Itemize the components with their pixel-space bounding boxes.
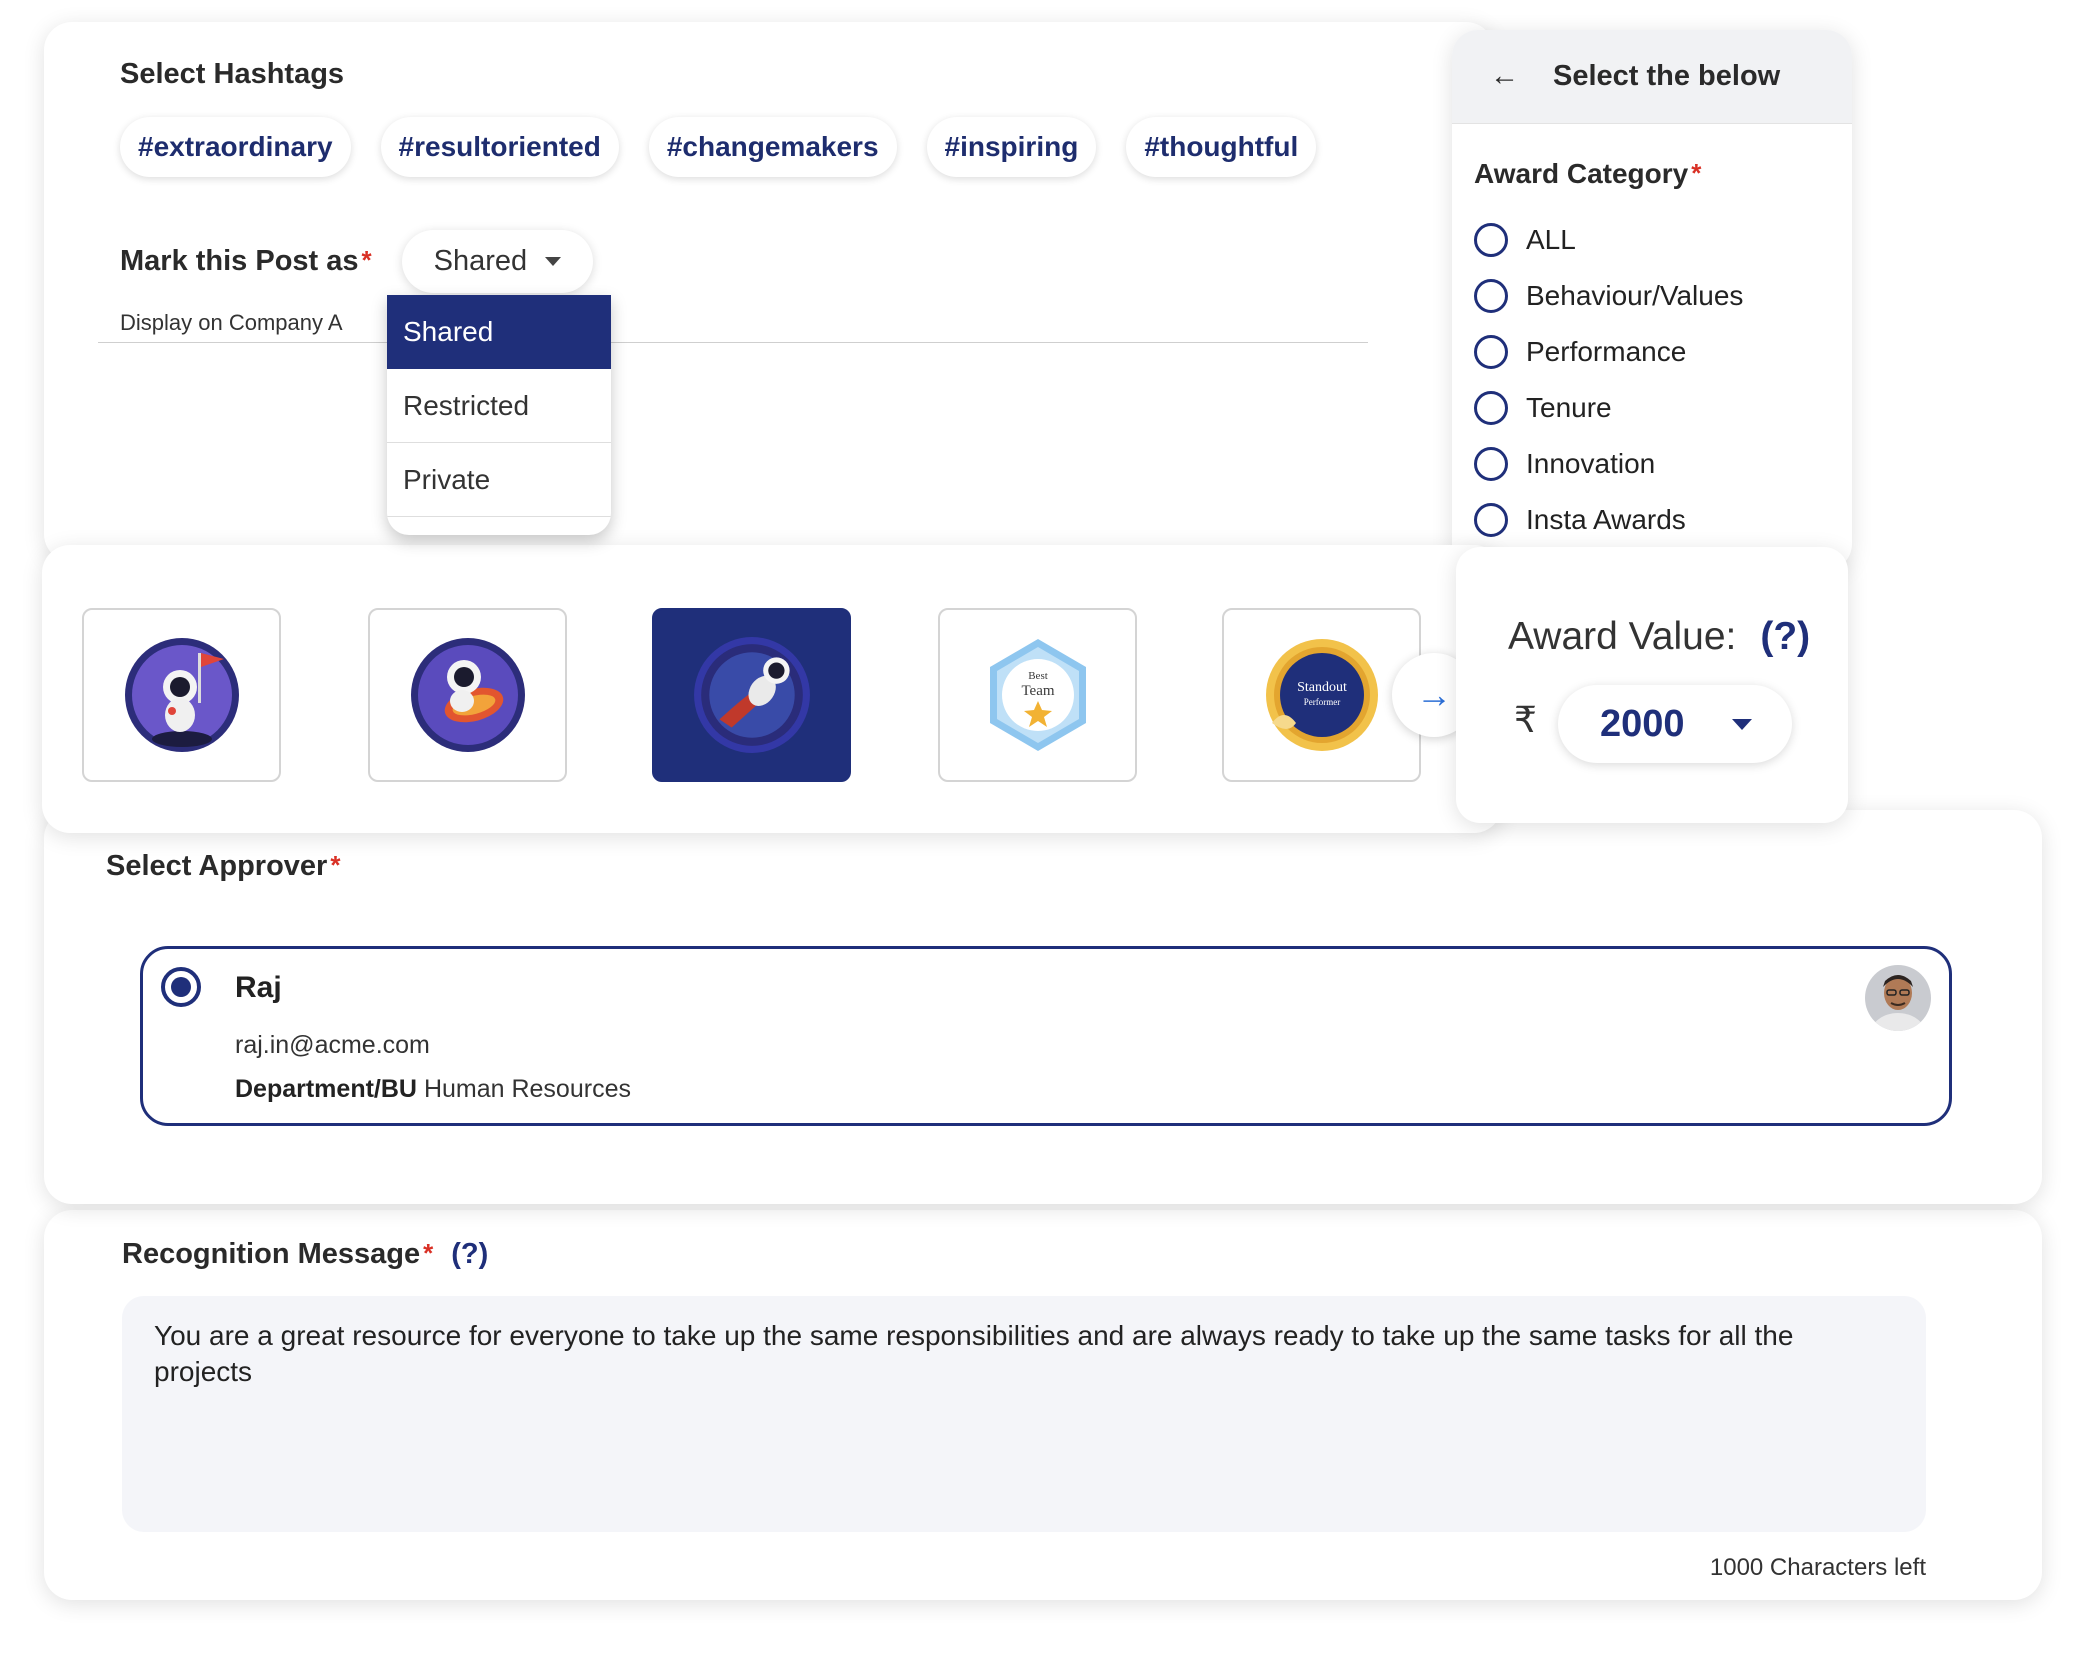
- astronaut-rocket-badge-icon: [410, 638, 525, 752]
- visibility-option-shared[interactable]: Shared: [387, 295, 611, 369]
- required-asterisk: *: [1691, 158, 1702, 188]
- standout-badge-line2: Performer: [1303, 697, 1339, 707]
- category-option-label: Performance: [1526, 336, 1687, 367]
- approver-department: Department/BU Human Resources: [235, 1075, 631, 1104]
- category-option-label: ALL: [1526, 224, 1576, 255]
- approver-name: Raj: [235, 971, 282, 1004]
- standout-performer-badge-icon: Standout Performer: [1265, 639, 1378, 751]
- hashtag-chip[interactable]: #thoughtful: [1126, 117, 1317, 177]
- radio-unchecked-icon: [1474, 503, 1508, 537]
- award-value-help-icon[interactable]: (?): [1760, 615, 1810, 658]
- visibility-dropdown-menu: Shared Restricted Private: [387, 295, 611, 535]
- post-settings-card: Select Hashtags #extraordinary #resultor…: [44, 22, 1494, 562]
- best-team-badge-line2: Team: [1021, 683, 1054, 699]
- category-option-all[interactable]: ALL: [1474, 212, 1743, 268]
- visibility-selected-value: Shared: [433, 245, 528, 277]
- hashtag-chip[interactable]: #resultoriented: [380, 117, 619, 177]
- visibility-option-private[interactable]: Private: [387, 443, 611, 517]
- panel-header: ← Select the below: [1452, 30, 1852, 124]
- caret-down-icon: [1732, 718, 1752, 730]
- approver-card: Select Approver * Raj raj.in@acme.com Dep…: [44, 810, 2042, 1204]
- radio-unchecked-icon: [1474, 279, 1508, 313]
- avatar: [1865, 965, 1931, 1031]
- category-option-performance[interactable]: Performance: [1474, 324, 1743, 380]
- message-help-icon[interactable]: (?): [451, 1238, 488, 1270]
- person-avatar-icon: [1865, 965, 1931, 1031]
- department-label: Department/BU: [235, 1075, 417, 1103]
- approver-email: raj.in@acme.com: [235, 1031, 430, 1059]
- award-value-label-wrap: Award Value: (?): [1508, 615, 1810, 659]
- astronaut-flag-badge-icon: [124, 638, 239, 752]
- badge-option[interactable]: [368, 608, 567, 782]
- category-option-behaviour[interactable]: Behaviour/Values: [1474, 268, 1743, 324]
- hashtags-title: Select Hashtags: [120, 58, 345, 90]
- caret-down-icon: [545, 257, 562, 266]
- mark-post-row: Mark this Post as * Shared: [120, 230, 594, 293]
- best-team-badge-icon: Best Team: [989, 639, 1086, 751]
- radio-unchecked-icon: [1474, 391, 1508, 425]
- category-option-label: Insta Awards: [1526, 504, 1686, 535]
- category-option-insta-awards[interactable]: Insta Awards: [1474, 492, 1743, 548]
- award-category-title: Award Category: [1474, 158, 1689, 189]
- required-asterisk: *: [330, 850, 341, 880]
- approver-option[interactable]: Raj raj.in@acme.com Department/BU Human …: [140, 946, 1952, 1126]
- visibility-option-restricted[interactable]: Restricted: [387, 369, 611, 443]
- award-category-radio-group: ALL Behaviour/Values Performance Tenure …: [1474, 212, 1743, 548]
- hashtag-chip-list: #extraordinary #resultoriented #changema…: [120, 117, 1317, 177]
- award-value-card: Award Value: (?) ₹ 2000: [1456, 547, 1848, 823]
- back-arrow-icon[interactable]: ←: [1490, 60, 1519, 93]
- required-asterisk: *: [361, 245, 372, 275]
- divider: [98, 342, 1368, 343]
- best-team-badge-line1: Best: [1028, 670, 1048, 682]
- award-value-selected: 2000: [1600, 702, 1685, 745]
- visibility-select[interactable]: Shared: [401, 230, 594, 293]
- recognition-message-card: Recognition Message * (?) You are a great …: [44, 1210, 2042, 1600]
- recognition-message-title-wrap: Recognition Message * (?): [122, 1238, 488, 1271]
- mark-post-label: Mark this Post as: [120, 245, 359, 277]
- badge-option[interactable]: [82, 608, 281, 782]
- badge-option-selected[interactable]: [652, 608, 851, 782]
- panel-header-title: Select the below: [1553, 60, 1781, 92]
- rupee-currency-icon: ₹: [1514, 699, 1537, 740]
- radio-checked-icon[interactable]: [161, 967, 201, 1007]
- mark-post-label-wrap: Mark this Post as *: [120, 245, 372, 278]
- category-option-innovation[interactable]: Innovation: [1474, 436, 1743, 492]
- standout-badge-line1: Standout: [1297, 680, 1347, 695]
- category-option-label: Innovation: [1526, 448, 1656, 479]
- display-on-company-text: Display on Company A: [120, 310, 343, 335]
- select-approver-title-wrap: Select Approver *: [106, 850, 340, 883]
- badge-selector-card: Best Team Standout Performer →: [42, 545, 1502, 833]
- arrow-right-icon: →: [1416, 674, 1452, 715]
- recognition-message-textarea[interactable]: You are a great resource for everyone to…: [122, 1296, 1926, 1532]
- radio-unchecked-icon: [1474, 447, 1508, 481]
- astronaut-flying-badge-icon: [693, 637, 810, 753]
- department-value: Human Resources: [423, 1075, 631, 1103]
- category-option-tenure[interactable]: Tenure: [1474, 380, 1743, 436]
- characters-left-counter: 1000 Characters left: [1709, 1554, 1926, 1581]
- award-value-select[interactable]: 2000: [1558, 685, 1792, 763]
- radio-unchecked-icon: [1474, 335, 1508, 369]
- award-category-panel: ← Select the below Award Category * ALL B…: [1452, 30, 1852, 570]
- hashtag-chip[interactable]: #extraordinary: [120, 117, 351, 177]
- hashtag-chip[interactable]: #changemakers: [648, 117, 897, 177]
- badge-option[interactable]: Best Team: [938, 608, 1137, 782]
- recognition-message-title: Recognition Message: [122, 1238, 421, 1270]
- award-category-title-wrap: Award Category *: [1474, 158, 1701, 190]
- required-asterisk: *: [423, 1238, 434, 1268]
- hashtag-chip[interactable]: #inspiring: [926, 117, 1097, 177]
- radio-unchecked-icon: [1474, 223, 1508, 257]
- category-option-label: Behaviour/Values: [1526, 280, 1744, 311]
- select-approver-title: Select Approver: [106, 850, 328, 882]
- category-option-label: Tenure: [1526, 392, 1612, 423]
- award-value-label: Award Value:: [1508, 615, 1737, 658]
